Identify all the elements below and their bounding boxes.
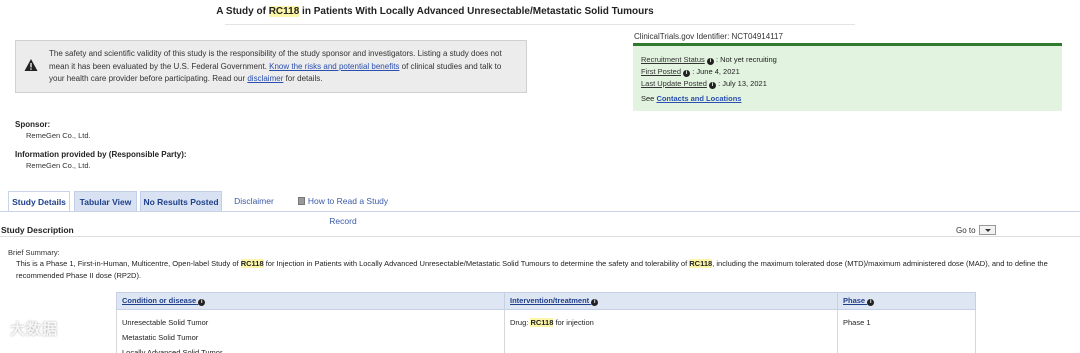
tab-disclaimer[interactable]: Disclaimer: [228, 191, 280, 212]
conditions-cell: Unresectable Solid Tumor Metastatic Soli…: [116, 309, 505, 353]
risks-benefits-link[interactable]: Know the risks and potential benefits: [269, 62, 399, 71]
tab-how-to-read[interactable]: How to Read a Study Record: [284, 191, 402, 226]
contacts-locations-link[interactable]: Contacts and Locations: [656, 94, 741, 103]
tab-no-results-posted[interactable]: No Results Posted: [140, 191, 222, 212]
goto-selector[interactable]: Go to: [956, 225, 996, 235]
responsible-party-heading: Information provided by (Responsible Par…: [15, 150, 187, 159]
study-description-heading: Study Description: [1, 225, 74, 235]
condition-item: Locally Advanced Solid Tumor: [122, 348, 223, 353]
first-posted: First Posted i : June 4, 2021: [641, 67, 740, 77]
intervention-column-header[interactable]: Intervention/treatment i: [504, 292, 838, 310]
tab-study-details[interactable]: Study Details: [8, 191, 70, 212]
tab-tabular-view[interactable]: Tabular View: [74, 191, 137, 212]
status-panel: Recruitment Status i : Not yet recruitin…: [633, 43, 1062, 111]
study-title: A Study of RC118 in Patients With Locall…: [216, 6, 654, 17]
last-update-posted: Last Update Posted i : July 13, 2021: [641, 79, 767, 89]
warning-icon: [24, 58, 38, 72]
tabs-baseline: [0, 211, 1080, 212]
phase-cell: Phase 1: [837, 309, 976, 353]
info-icon[interactable]: i: [708, 82, 716, 89]
condition-item: Unresectable Solid Tumor: [122, 318, 209, 327]
disclaimer-text: The safety and scientific validity of th…: [49, 49, 502, 83]
sponsor-heading: Sponsor:: [15, 120, 51, 129]
document-icon: [297, 197, 305, 205]
brief-summary-label: Brief Summary:: [8, 248, 60, 257]
contacts-row: See Contacts and Locations: [641, 94, 742, 103]
info-icon[interactable]: i: [683, 70, 691, 77]
conditions-table: Condition or disease i Intervention/trea…: [116, 292, 976, 353]
table-row: Unresectable Solid Tumor Metastatic Soli…: [116, 309, 976, 353]
condition-column-header[interactable]: Condition or disease i: [116, 292, 505, 310]
info-icon[interactable]: i: [867, 299, 875, 306]
title-highlight: RC118: [268, 6, 300, 17]
last-update-label[interactable]: Last Update Posted: [641, 79, 707, 88]
chevron-down-icon[interactable]: [978, 225, 996, 235]
intervention-cell: Drug: RC118 for injection: [504, 309, 838, 353]
info-icon[interactable]: i: [706, 58, 714, 65]
condition-item: Metastatic Solid Tumor: [122, 333, 199, 342]
title-divider: [225, 24, 855, 25]
watermark-logo: 大数据: [10, 321, 59, 338]
recruitment-status: Recruitment Status i : Not yet recruitin…: [641, 55, 777, 65]
section-divider: [0, 236, 1080, 237]
nct-identifier: ClinicalTrials.gov Identifier: NCT049141…: [634, 32, 783, 41]
first-posted-label[interactable]: First Posted: [641, 67, 681, 76]
disclaimer-link[interactable]: disclaimer: [247, 74, 283, 83]
sponsor-value: RemeGen Co., Ltd.: [26, 131, 91, 140]
brief-summary-text: This is a Phase 1, First-in-Human, Multi…: [16, 259, 1048, 280]
disclaimer-notice: The safety and scientific validity of th…: [15, 40, 527, 93]
recruitment-status-label[interactable]: Recruitment Status: [641, 55, 705, 64]
info-icon[interactable]: i: [591, 299, 599, 306]
responsible-party-value: RemeGen Co., Ltd.: [26, 161, 91, 170]
info-icon[interactable]: i: [198, 299, 206, 306]
phase-column-header[interactable]: Phase i: [837, 292, 976, 310]
